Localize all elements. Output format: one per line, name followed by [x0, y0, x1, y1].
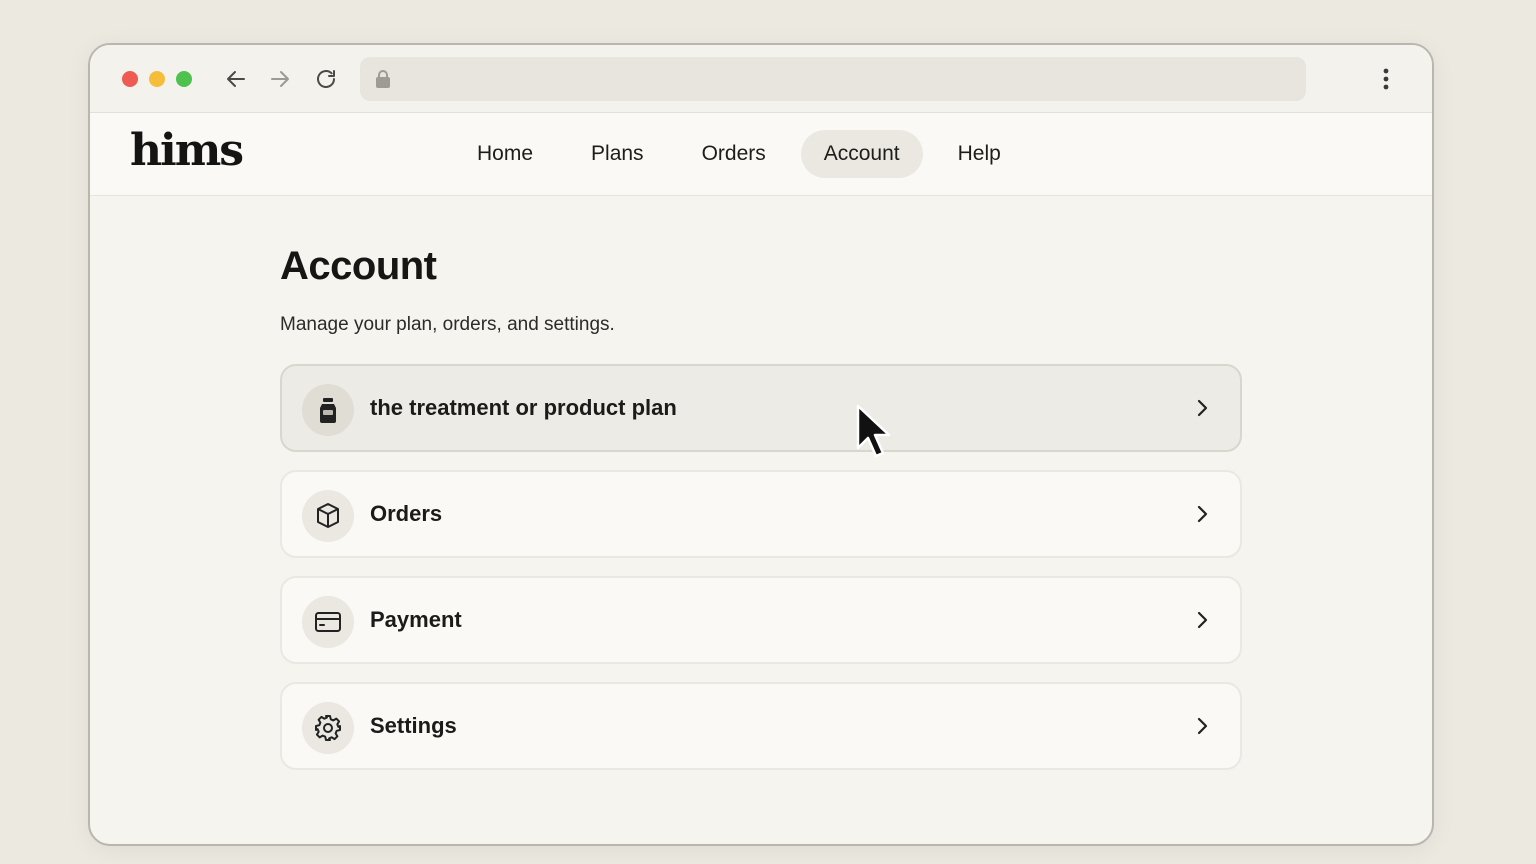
box-icon — [302, 490, 354, 542]
nav-plans[interactable]: Plans — [568, 130, 667, 178]
maximize-window-button[interactable] — [176, 71, 192, 87]
minimize-window-button[interactable] — [149, 71, 165, 87]
nav-home[interactable]: Home — [454, 130, 556, 178]
chevron-right-icon — [1190, 396, 1214, 420]
page-subtitle: Manage your plan, orders, and settings. — [280, 314, 615, 335]
nav-account[interactable]: Account — [800, 130, 923, 178]
settings-card[interactable]: Settings — [280, 682, 1242, 770]
card-icon — [302, 596, 354, 648]
bottle-icon — [302, 384, 354, 436]
payment-card[interactable]: Payment — [280, 576, 1242, 664]
hims-logo[interactable]: hims — [130, 125, 244, 176]
nav-orders[interactable]: Orders — [679, 130, 789, 178]
reload-icon[interactable] — [314, 67, 338, 91]
browser-window: hims Home Plans Orders Account Help Acco… — [88, 43, 1434, 846]
mouse-pointer-icon — [856, 404, 896, 464]
payment-card-label: Payment — [370, 607, 462, 632]
browser-toolbar — [90, 45, 1432, 113]
plan-card[interactable]: the treatment or product plan — [280, 364, 1242, 452]
back-arrow-icon[interactable] — [224, 67, 248, 91]
browser-menu-icon[interactable] — [1374, 67, 1398, 91]
orders-card-label: Orders — [370, 501, 443, 526]
main-nav: Home Plans Orders Account Help — [454, 130, 1036, 178]
orders-card[interactable]: Orders — [280, 470, 1242, 558]
settings-card-label: Settings — [370, 713, 457, 738]
address-bar[interactable] — [360, 57, 1306, 101]
chevron-right-icon — [1190, 714, 1214, 738]
gear-icon — [302, 702, 354, 754]
site-header: hims Home Plans Orders Account Help — [90, 113, 1432, 196]
plan-card-label: the treatment or product plan — [370, 395, 677, 420]
nav-help[interactable]: Help — [935, 130, 1024, 178]
lock-icon — [374, 69, 392, 89]
forward-arrow-icon[interactable] — [268, 67, 292, 91]
page-title: Account — [280, 244, 437, 288]
chevron-right-icon — [1190, 608, 1214, 632]
close-window-button[interactable] — [122, 71, 138, 87]
chevron-right-icon — [1190, 502, 1214, 526]
